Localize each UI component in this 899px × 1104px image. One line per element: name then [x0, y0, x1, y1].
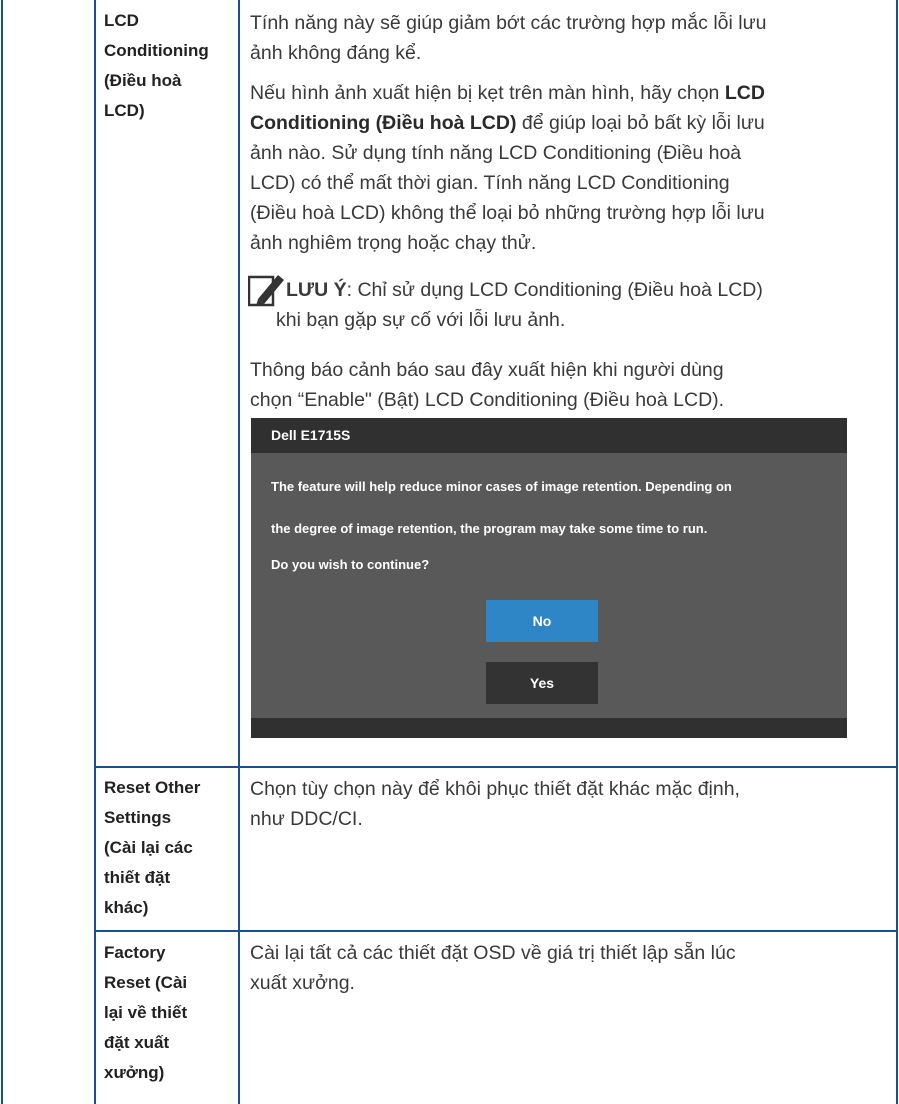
lcd-conditioning-intro: Tính năng này sẽ giúp giảm bớt các trườn… [250, 8, 890, 68]
label-line: xưởng) [104, 1063, 165, 1082]
label-line: Factory [104, 943, 166, 962]
osd-title: Dell E1715S [271, 427, 351, 443]
note-line: khi bạn gặp sự cố với lỗi lưu ảnh. [276, 309, 566, 331]
row-divider [94, 930, 898, 932]
setting-label-factory-reset: Factory Reset (Cài lại về thiết đặt xuất… [104, 938, 232, 1088]
osd-warning-dialog: Dell E1715S The feature will help reduce… [251, 418, 847, 738]
label-line: Settings [104, 808, 172, 827]
label-line: đặt xuất [104, 1033, 170, 1052]
no-button[interactable]: No [486, 600, 598, 642]
label-line: LCD [104, 11, 139, 30]
text-line: Cài lại tất cả các thiết đặt OSD về giá … [250, 942, 736, 964]
osd-message-line: Do you wish to continue? [271, 557, 430, 572]
label-line: Reset Other [104, 778, 201, 797]
text-line: Conditioning (Điều hoà LCD) để giúp loại… [250, 108, 890, 138]
text-line: ảnh nghiêm trọng hoặc chạy thử. [250, 232, 537, 254]
osd-footer-bar [251, 718, 847, 738]
label-line: Conditioning [104, 41, 209, 60]
setting-label-lcd-conditioning: LCD Conditioning (Điều hoà LCD) [104, 6, 232, 126]
label-line: (Điều hoà [104, 71, 182, 90]
text-line: (Điều hoà LCD) không thể loại bỏ những t… [250, 202, 765, 224]
text-line: Tính năng này sẽ giúp giảm bớt các trườn… [250, 12, 767, 34]
label-line: lại về thiết [104, 1003, 188, 1022]
label-line: (Cài lại các [104, 838, 193, 857]
osd-title-bar: Dell E1715S [251, 418, 847, 453]
label-line: Reset (Cài [104, 973, 188, 992]
note-line: LƯU Ý: Chỉ sử dụng LCD Conditioning (Điề… [250, 275, 890, 305]
label-line: khác) [104, 898, 149, 917]
note-text: : Chỉ sử dụng LCD Conditioning (Điều hoà… [346, 279, 763, 301]
text-line: ảnh không đáng kể. [250, 42, 422, 64]
yes-button[interactable]: Yes [486, 662, 598, 704]
text-line: ảnh nào. Sử dụng tính năng LCD Condition… [250, 142, 742, 164]
text-line: Chọn tùy chọn này để khôi phục thiết đặt… [250, 778, 740, 800]
note-block: LƯU Ý: Chỉ sử dụng LCD Conditioning (Điề… [248, 275, 890, 335]
text-line: chọn “Enable" (Bật) LCD Conditioning (Đi… [250, 389, 725, 411]
note-pencil-icon [248, 275, 284, 307]
osd-message-line: the degree of image retention, the progr… [271, 521, 708, 536]
table-border-col1 [94, 0, 96, 1104]
row-divider [94, 766, 898, 768]
factory-reset-description: Cài lại tất cả các thiết đặt OSD về giá … [250, 938, 890, 998]
text-line: như DDC/CI. [250, 808, 363, 830]
table-border-left [1, 0, 3, 1104]
text-segment: để giúp loại bỏ bất kỳ lỗi lưu [516, 112, 765, 134]
table-border-col2 [238, 0, 240, 1104]
text-bold: Conditioning (Điều hoà LCD) [250, 112, 517, 134]
warning-intro: Thông báo cảnh báo sau đây xuất hiện khi… [250, 355, 890, 415]
reset-other-settings-description: Chọn tùy chọn này để khôi phục thiết đặt… [250, 774, 890, 834]
text-segment: Nếu hình ảnh xuất hiện bị kẹt trên màn h… [250, 82, 725, 104]
label-line: LCD) [104, 101, 145, 120]
table-border-right [896, 0, 898, 1104]
text-line: LCD) có thể mất thời gian. Tính năng LCD… [250, 172, 730, 194]
label-line: thiết đặt [104, 868, 171, 887]
note-label: LƯU Ý [286, 279, 347, 301]
text-line: Thông báo cảnh báo sau đây xuất hiện khi… [250, 359, 724, 381]
text-line: xuất xưởng. [250, 972, 355, 994]
lcd-conditioning-description: Nếu hình ảnh xuất hiện bị kẹt trên màn h… [250, 78, 890, 258]
text-line: Nếu hình ảnh xuất hiện bị kẹt trên màn h… [250, 78, 890, 108]
setting-label-reset-other-settings: Reset Other Settings (Cài lại các thiết … [104, 773, 232, 923]
osd-message-line: The feature will help reduce minor cases… [271, 479, 732, 494]
text-bold: LCD [724, 82, 765, 104]
